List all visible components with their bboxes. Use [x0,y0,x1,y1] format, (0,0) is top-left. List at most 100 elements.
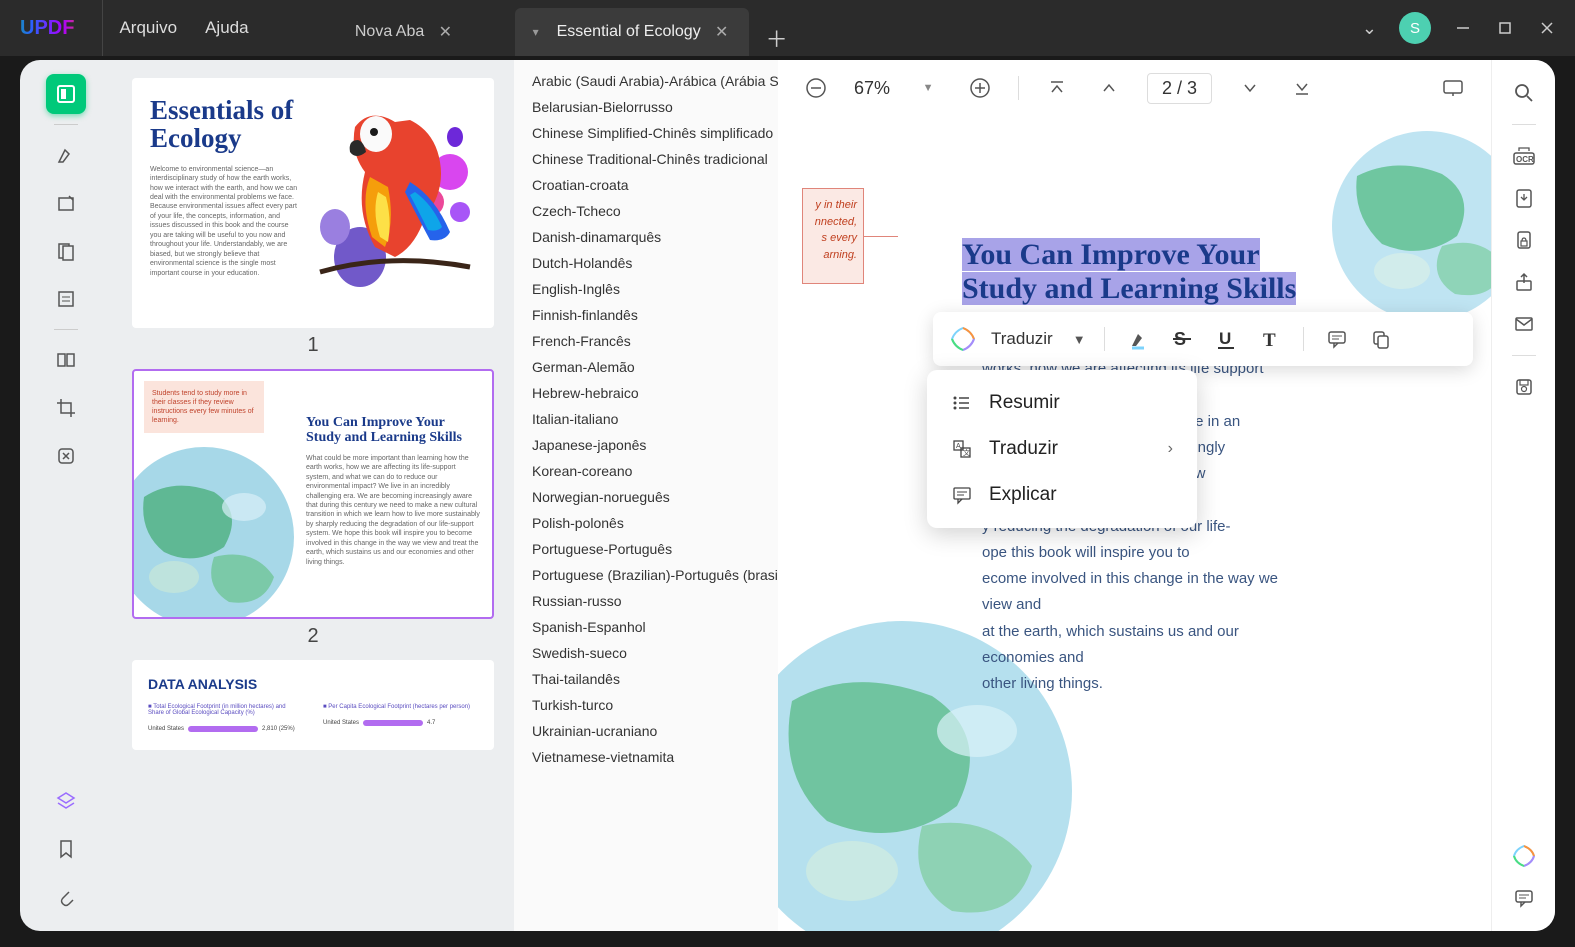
separator [54,124,78,125]
language-option[interactable]: Chinese Simplified-Chinês simplificado [514,120,778,146]
copy-icon[interactable] [1366,324,1396,354]
maximize-button[interactable] [1495,18,1515,38]
globe-image [132,437,304,619]
next-page-button[interactable] [1236,74,1264,102]
language-option[interactable]: Polish-polonês [514,510,778,536]
list-icon [951,392,973,414]
svg-text:文: 文 [963,448,970,457]
language-option[interactable]: Chinese Traditional-Chinês tradicional [514,146,778,172]
thumb2-body: What could be more important than learni… [306,454,480,567]
page-input[interactable]: 2 / 3 [1147,73,1212,104]
close-icon[interactable]: ✕ [436,23,454,41]
crop-tool[interactable] [46,388,86,428]
language-option[interactable]: Czech-Tcheco [514,198,778,224]
minimize-button[interactable] [1453,18,1473,38]
language-option[interactable]: Russian-russo [514,588,778,614]
margin-note: y in their nnected, s every arning. [802,188,864,284]
svg-text:T: T [1263,330,1276,350]
language-option[interactable]: English-Inglês [514,276,778,302]
protect-button[interactable] [1509,225,1539,255]
tab-active[interactable]: ▾ Essential of Ecology ✕ [515,8,749,56]
first-page-button[interactable] [1043,74,1071,102]
language-option[interactable]: Japanese-japonês [514,432,778,458]
organize-tool[interactable] [46,340,86,380]
zoom-value[interactable]: 67% [854,78,890,99]
translate-icon: A文 [951,438,973,460]
ai-summarize[interactable]: Resumir [927,380,1197,426]
last-page-button[interactable] [1288,74,1316,102]
compress-tool[interactable] [46,436,86,476]
language-option[interactable]: Portuguese-Português [514,536,778,562]
language-dropdown[interactable]: Arabic (Saudi Arabia)-Arábica (Arábia Sa… [514,60,778,931]
comment-icon[interactable] [1322,324,1352,354]
separator [1512,124,1536,125]
save-button[interactable] [1509,372,1539,402]
form-tool[interactable] [46,279,86,319]
comments-panel-button[interactable] [1509,883,1539,913]
language-option[interactable]: Finnish-finlandês [514,302,778,328]
zoom-dropdown[interactable]: ▼ [914,74,942,102]
share-button[interactable] [1509,267,1539,297]
language-option[interactable]: Norwegian-norueguês [514,484,778,510]
email-button[interactable] [1509,309,1539,339]
search-button[interactable] [1509,78,1539,108]
chevron-down-icon[interactable]: ⌄ [1362,18,1377,39]
prev-page-button[interactable] [1095,74,1123,102]
language-option[interactable]: Dutch-Holandês [514,250,778,276]
language-option[interactable]: Vietnamese-vietnamita [514,744,778,770]
language-option[interactable]: Korean-coreano [514,458,778,484]
language-option[interactable]: Spanish-Espanhol [514,614,778,640]
language-option[interactable]: Danish-dinamarquês [514,224,778,250]
text-icon[interactable]: T [1255,324,1285,354]
presentation-button[interactable] [1439,74,1467,102]
thumb3-title: DATA ANALYSIS [148,676,478,692]
language-option[interactable]: Portuguese (Brazilian)-Português (brasil… [514,562,778,588]
tab-new[interactable]: Nova Aba ✕ [295,8,515,56]
language-option[interactable]: Hebrew-hebraico [514,380,778,406]
thumbnails-tool[interactable] [46,74,86,114]
ocr-button[interactable]: OCR [1509,141,1539,171]
language-option[interactable]: Italian-italiano [514,406,778,432]
language-option[interactable]: Thai-tailandês [514,666,778,692]
language-option[interactable]: Belarusian-Bielorrusso [514,94,778,120]
language-option[interactable]: Ukrainian-ucraniano [514,718,778,744]
zoom-out-button[interactable] [802,74,830,102]
tab-new-label: Nova Aba [355,23,424,41]
thumbnail-page-2[interactable]: Students tend to study more in their cla… [132,369,494,648]
thumb2-title: You Can Improve Your Study and Learning … [306,415,480,446]
language-option[interactable]: Croatian-croata [514,172,778,198]
thumbnail-page-3[interactable]: DATA ANALYSIS ■ Total Ecological Footpri… [132,660,494,750]
close-button[interactable] [1537,18,1557,38]
ai-explain[interactable]: Explicar [927,472,1197,518]
add-tab-button[interactable]: ＋ [759,20,795,56]
zoom-in-button[interactable] [966,74,994,102]
thumb2-note: Students tend to study more in their cla… [144,381,264,433]
avatar[interactable]: S [1399,12,1431,44]
menu-help[interactable]: Ajuda [205,18,248,38]
language-option[interactable]: French-Francês [514,328,778,354]
page-tool[interactable] [46,231,86,271]
layers-tool[interactable] [46,781,86,821]
thumb1-body: Welcome to environmental science—an inte… [150,165,300,278]
menu-file[interactable]: Arquivo [119,18,177,38]
highlighter-tool[interactable] [46,135,86,175]
ai-assistant-button[interactable] [1509,841,1539,871]
language-option[interactable]: Turkish-turco [514,692,778,718]
thumbnails-panel: Essentials of Ecology Welcome to environ… [112,60,514,931]
edit-tool[interactable] [46,183,86,223]
ai-translate[interactable]: A文 Traduzir › [927,426,1197,472]
close-icon[interactable]: ✕ [713,23,731,41]
language-option[interactable]: German-Alemão [514,354,778,380]
language-option[interactable]: Arabic (Saudi Arabia)-Arábica (Arábia Sa… [514,68,778,94]
thumbnail-page-1[interactable]: Essentials of Ecology Welcome to environ… [132,78,494,357]
attachment-tool[interactable] [46,877,86,917]
chevron-down-icon[interactable]: ▼ [1073,332,1086,347]
strikethrough-icon[interactable]: S [1167,324,1197,354]
underline-icon[interactable]: U [1211,324,1241,354]
convert-button[interactable] [1509,183,1539,213]
language-option[interactable]: Swedish-sueco [514,640,778,666]
bookmark-tool[interactable] [46,829,86,869]
translate-label[interactable]: Traduzir [991,329,1053,349]
chevron-down-icon[interactable]: ▾ [533,25,539,39]
highlight-icon[interactable] [1123,324,1153,354]
